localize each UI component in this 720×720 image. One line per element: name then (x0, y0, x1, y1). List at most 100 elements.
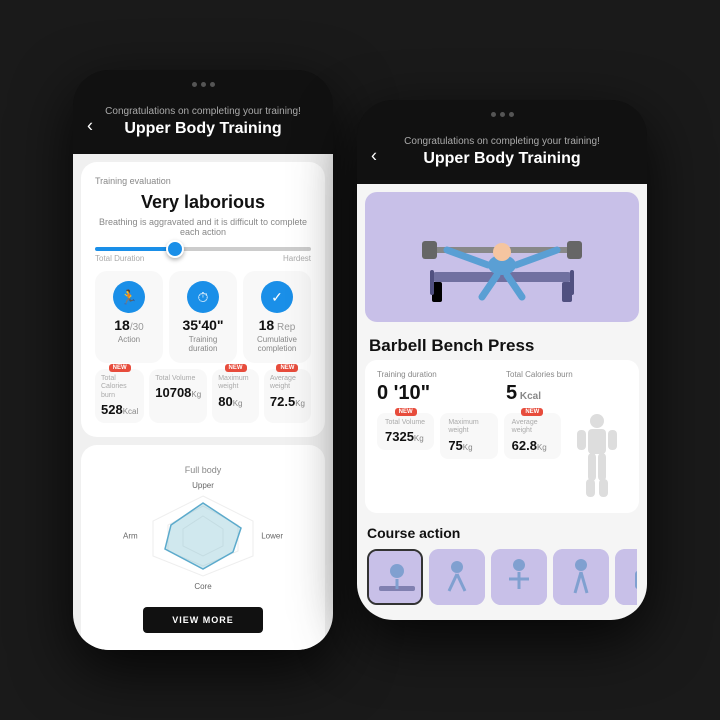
exercise-calories-value: 5 Kcal (506, 382, 627, 405)
detail-avg: NEW Average weight 62.8Kg (504, 413, 561, 459)
detail-max-value: 75Kg (448, 438, 489, 453)
exercise-name: Barbell Bench Press (357, 330, 647, 360)
body-silhouette-svg (572, 413, 622, 503)
detail-volume-label: Total Volume (385, 419, 426, 427)
phone-content-right: Barbell Bench Press Training duration 0 … (357, 184, 647, 620)
detail-volume-value: 7325Kg (385, 429, 426, 444)
dot2 (201, 82, 206, 87)
detail-max-label: Maximum weight (448, 419, 489, 436)
stats-row: 🏃 18/30 Action ⏱ 35'40" Training duratio… (95, 271, 311, 363)
course-thumbnails (367, 549, 637, 605)
stat-action: 🏃 18/30 Action (95, 271, 163, 363)
status-bar-left (73, 70, 333, 98)
radar-svg (123, 481, 283, 591)
course-section: Course action (357, 519, 647, 609)
exercise-calories-stat: Total Calories burn 5 Kcal (506, 370, 627, 405)
header-left: ‹ Congratulations on completing your tra… (73, 98, 333, 154)
status-dots-right (491, 112, 514, 117)
exercise-duration-stat: Training duration 0 '10" (377, 370, 498, 405)
stat-duration: ⏱ 35'40" Training duration (169, 271, 237, 363)
phone-left: ‹ Congratulations on completing your tra… (73, 70, 333, 650)
radar-card: Full body Upper Lower Core Arm (81, 445, 325, 650)
new-badge-max: NEW (225, 364, 247, 372)
back-button-left[interactable]: ‹ (87, 116, 93, 137)
completion-suffix: Rep (274, 322, 295, 333)
duration-value: 35'40" (175, 317, 231, 333)
duration-label: Training duration (175, 335, 231, 353)
dot-r2 (500, 112, 505, 117)
dot-r3 (509, 112, 514, 117)
slider-right-label: Hardest (283, 254, 311, 263)
course-title: Course action (367, 525, 637, 541)
avg-weight-unit: Kg (295, 399, 305, 408)
completion-icon: ✓ (261, 281, 293, 313)
status-bar-right (357, 100, 647, 128)
new-badge-detail-avg: NEW (521, 408, 543, 416)
slider-labels: Total Duration Hardest (95, 254, 311, 263)
new-badge-calories: NEW (109, 364, 131, 372)
metric-max-weight: NEW Maximum weight 80Kg (212, 369, 259, 423)
metric-avg-weight: NEW Average weight 72.5Kg (264, 369, 311, 423)
course-thumb-4[interactable] (553, 549, 609, 605)
detail-avg-value: 62.8Kg (512, 438, 553, 453)
detail-max: Maximum weight 75Kg (440, 413, 497, 459)
action-label: Action (101, 335, 157, 344)
volume-unit: Kg (191, 390, 201, 399)
exercise-stats-card: Training duration 0 '10" Total Calories … (365, 360, 639, 513)
action-value: 18/30 (101, 317, 157, 333)
metrics-row: NEW Total Calories burn 528Kcal Total Vo… (95, 369, 311, 423)
max-weight-label: Maximum weight (218, 375, 253, 392)
phone-right: ‹ Congratulations on completing your tra… (357, 100, 647, 620)
header-right: ‹ Congratulations on completing your tra… (357, 128, 647, 184)
course-thumb-1[interactable] (367, 549, 423, 605)
new-badge-detail-volume: NEW (395, 408, 417, 416)
view-more-button[interactable]: VIEW MORE (143, 607, 263, 633)
avg-weight-value: 72.5Kg (270, 394, 305, 409)
eval-description: Breathing is aggravated and it is diffic… (95, 217, 311, 237)
avg-weight-label: Average weight (270, 375, 305, 392)
duration-icon: ⏱ (187, 281, 219, 313)
exercise-main-stats: Training duration 0 '10" Total Calories … (377, 370, 627, 405)
exercise-duration-value: 0 '10" (377, 382, 498, 405)
difficulty-slider[interactable]: Total Duration Hardest (95, 247, 311, 263)
eval-rating: Very laborious (95, 192, 311, 213)
slider-track (95, 247, 311, 251)
body-silhouette (567, 413, 627, 503)
detail-volume: NEW Total Volume 7325Kg (377, 413, 434, 450)
phones-container: ‹ Congratulations on completing your tra… (73, 70, 647, 650)
exercise-calories-label: Total Calories burn (506, 370, 627, 379)
header-subtitle-left: Congratulations on completing your train… (89, 106, 317, 117)
course-thumb-5[interactable] (615, 549, 637, 605)
calories-unit: Kcal (123, 407, 139, 416)
slider-left-label: Total Duration (95, 254, 144, 263)
header-title-right: Upper Body Training (373, 150, 631, 168)
stat-completion: ✓ 18 Rep Cumulative completion (243, 271, 311, 363)
dot-r1 (491, 112, 496, 117)
exercise-duration-label: Training duration (377, 370, 498, 379)
completion-label: Cumulative completion (249, 335, 305, 353)
volume-value: 10708Kg (155, 385, 201, 400)
detail-avg-label: Average weight (512, 419, 553, 436)
eval-section-label: Training evaluation (95, 176, 311, 186)
training-evaluation-card: Training evaluation Very laborious Breat… (81, 162, 325, 437)
course-thumb-2[interactable] (429, 549, 485, 605)
radar-title: Full body (95, 465, 311, 475)
exercise-calories-unit: Kcal (517, 391, 541, 402)
max-weight-value: 80Kg (218, 394, 253, 409)
calories-value: 528Kcal (101, 402, 138, 417)
completion-value: 18 Rep (249, 317, 305, 333)
new-badge-avg: NEW (276, 364, 298, 372)
radar-section: Full body Upper Lower Core Arm (95, 459, 311, 597)
header-title-left: Upper Body Training (89, 120, 317, 138)
action-suffix: /30 (130, 322, 144, 333)
calories-label: Total Calories burn (101, 375, 138, 400)
exercise-detail-row: NEW Total Volume 7325Kg Maximum weight 7… (377, 413, 627, 503)
volume-label: Total Volume (155, 375, 201, 383)
dot1 (192, 82, 197, 87)
course-thumb-3[interactable] (491, 549, 547, 605)
status-dots-left (192, 82, 215, 87)
metric-volume: Total Volume 10708Kg (149, 369, 207, 423)
action-icon: 🏃 (113, 281, 145, 313)
back-button-right[interactable]: ‹ (371, 146, 377, 167)
max-weight-unit: Kg (233, 399, 243, 408)
